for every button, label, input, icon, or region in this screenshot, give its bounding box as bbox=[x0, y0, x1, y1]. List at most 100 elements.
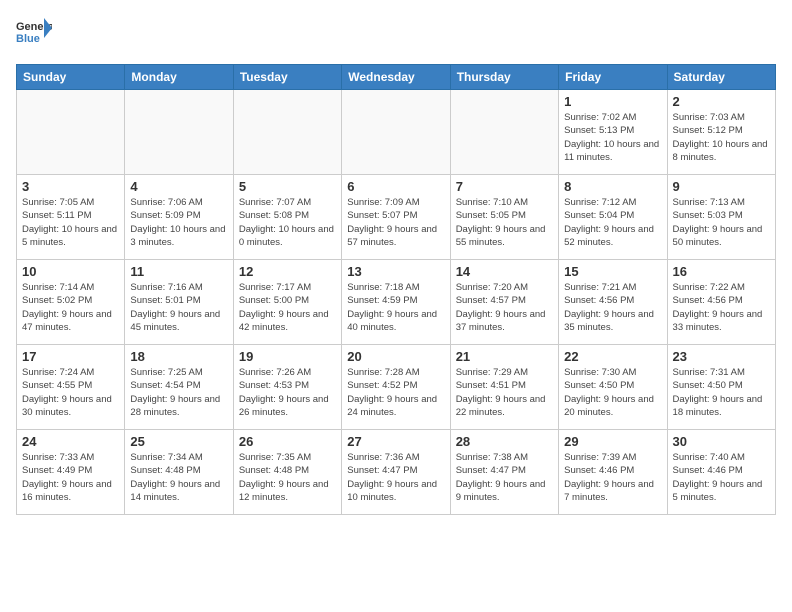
calendar-cell: 13 Sunrise: 7:18 AM Sunset: 4:59 PM Dayli… bbox=[342, 260, 450, 345]
calendar-cell: 8 Sunrise: 7:12 AM Sunset: 5:04 PM Daylig… bbox=[559, 175, 667, 260]
calendar-cell bbox=[450, 90, 558, 175]
day-number: 10 bbox=[22, 264, 119, 279]
day-info: Sunrise: 7:16 AM Sunset: 5:01 PM Dayligh… bbox=[130, 281, 227, 334]
calendar-cell: 21 Sunrise: 7:29 AM Sunset: 4:51 PM Dayli… bbox=[450, 345, 558, 430]
calendar-cell: 27Sunrise: 7:36 AM Sunset: 4:47 PM Dayli… bbox=[342, 430, 450, 515]
calendar-cell: 12 Sunrise: 7:17 AM Sunset: 5:00 PM Dayli… bbox=[233, 260, 341, 345]
calendar-cell: 26 Sunrise: 7:35 AM Sunset: 4:48 PM Dayli… bbox=[233, 430, 341, 515]
day-header-sunday: Sunday bbox=[17, 65, 125, 90]
day-info: Sunrise: 7:03 AM Sunset: 5:12 PM Dayligh… bbox=[673, 111, 770, 164]
week-row-3: 10 Sunrise: 7:14 AM Sunset: 5:02 PM Dayli… bbox=[17, 260, 776, 345]
calendar-cell: 5 Sunrise: 7:07 AM Sunset: 5:08 PM Daylig… bbox=[233, 175, 341, 260]
day-info: Sunrise: 7:14 AM Sunset: 5:02 PM Dayligh… bbox=[22, 281, 119, 334]
week-row-1: 1 Sunrise: 7:02 AM Sunset: 5:13 PM Daylig… bbox=[17, 90, 776, 175]
calendar-cell: 28 Sunrise: 7:38 AM Sunset: 4:47 PM Dayli… bbox=[450, 430, 558, 515]
day-info: Sunrise: 7:29 AM Sunset: 4:51 PM Dayligh… bbox=[456, 366, 553, 419]
calendar-cell: 24Sunrise: 7:33 AM Sunset: 4:49 PM Dayli… bbox=[17, 430, 125, 515]
day-number: 15 bbox=[564, 264, 661, 279]
day-info: Sunrise: 7:34 AM Sunset: 4:48 PM Dayligh… bbox=[130, 451, 227, 504]
calendar-table: SundayMondayTuesdayWednesdayThursdayFrid… bbox=[16, 64, 776, 515]
week-row-4: 17 Sunrise: 7:24 AM Sunset: 4:55 PM Dayli… bbox=[17, 345, 776, 430]
day-info: Sunrise: 7:25 AM Sunset: 4:54 PM Dayligh… bbox=[130, 366, 227, 419]
day-number: 8 bbox=[564, 179, 661, 194]
calendar-cell bbox=[342, 90, 450, 175]
calendar-cell: 19Sunrise: 7:26 AM Sunset: 4:53 PM Dayli… bbox=[233, 345, 341, 430]
day-info: Sunrise: 7:39 AM Sunset: 4:46 PM Dayligh… bbox=[564, 451, 661, 504]
day-header-wednesday: Wednesday bbox=[342, 65, 450, 90]
day-info: Sunrise: 7:10 AM Sunset: 5:05 PM Dayligh… bbox=[456, 196, 553, 249]
day-header-thursday: Thursday bbox=[450, 65, 558, 90]
day-number: 6 bbox=[347, 179, 444, 194]
day-number: 2 bbox=[673, 94, 770, 109]
day-info: Sunrise: 7:06 AM Sunset: 5:09 PM Dayligh… bbox=[130, 196, 227, 249]
day-number: 1 bbox=[564, 94, 661, 109]
day-number: 29 bbox=[564, 434, 661, 449]
day-number: 9 bbox=[673, 179, 770, 194]
calendar-cell: 6 Sunrise: 7:09 AM Sunset: 5:07 PM Daylig… bbox=[342, 175, 450, 260]
calendar-cell: 30 Sunrise: 7:40 AM Sunset: 4:46 PM Dayli… bbox=[667, 430, 775, 515]
day-number: 3 bbox=[22, 179, 119, 194]
day-number: 7 bbox=[456, 179, 553, 194]
calendar-cell: 3 Sunrise: 7:05 AM Sunset: 5:11 PM Daylig… bbox=[17, 175, 125, 260]
calendar-cell: 14Sunrise: 7:20 AM Sunset: 4:57 PM Dayli… bbox=[450, 260, 558, 345]
day-number: 21 bbox=[456, 349, 553, 364]
page-header: General Blue bbox=[16, 16, 776, 52]
calendar-cell: 29 Sunrise: 7:39 AM Sunset: 4:46 PM Dayli… bbox=[559, 430, 667, 515]
day-number: 28 bbox=[456, 434, 553, 449]
calendar-cell: 16 Sunrise: 7:22 AM Sunset: 4:56 PM Dayli… bbox=[667, 260, 775, 345]
day-info: Sunrise: 7:02 AM Sunset: 5:13 PM Dayligh… bbox=[564, 111, 661, 164]
calendar-cell: 7 Sunrise: 7:10 AM Sunset: 5:05 PM Daylig… bbox=[450, 175, 558, 260]
day-info: Sunrise: 7:12 AM Sunset: 5:04 PM Dayligh… bbox=[564, 196, 661, 249]
day-number: 30 bbox=[673, 434, 770, 449]
calendar-cell: 25Sunrise: 7:34 AM Sunset: 4:48 PM Dayli… bbox=[125, 430, 233, 515]
day-info: Sunrise: 7:28 AM Sunset: 4:52 PM Dayligh… bbox=[347, 366, 444, 419]
day-info: Sunrise: 7:17 AM Sunset: 5:00 PM Dayligh… bbox=[239, 281, 336, 334]
day-info: Sunrise: 7:22 AM Sunset: 4:56 PM Dayligh… bbox=[673, 281, 770, 334]
day-number: 20 bbox=[347, 349, 444, 364]
day-info: Sunrise: 7:21 AM Sunset: 4:56 PM Dayligh… bbox=[564, 281, 661, 334]
day-info: Sunrise: 7:38 AM Sunset: 4:47 PM Dayligh… bbox=[456, 451, 553, 504]
day-info: Sunrise: 7:20 AM Sunset: 4:57 PM Dayligh… bbox=[456, 281, 553, 334]
svg-text:Blue: Blue bbox=[16, 33, 40, 45]
day-info: Sunrise: 7:33 AM Sunset: 4:49 PM Dayligh… bbox=[22, 451, 119, 504]
day-number: 11 bbox=[130, 264, 227, 279]
day-header-tuesday: Tuesday bbox=[233, 65, 341, 90]
header-row: SundayMondayTuesdayWednesdayThursdayFrid… bbox=[17, 65, 776, 90]
calendar-cell bbox=[233, 90, 341, 175]
day-info: Sunrise: 7:05 AM Sunset: 5:11 PM Dayligh… bbox=[22, 196, 119, 249]
day-info: Sunrise: 7:13 AM Sunset: 5:03 PM Dayligh… bbox=[673, 196, 770, 249]
day-number: 4 bbox=[130, 179, 227, 194]
day-info: Sunrise: 7:18 AM Sunset: 4:59 PM Dayligh… bbox=[347, 281, 444, 334]
day-number: 23 bbox=[673, 349, 770, 364]
calendar-cell: 17 Sunrise: 7:24 AM Sunset: 4:55 PM Dayli… bbox=[17, 345, 125, 430]
day-number: 17 bbox=[22, 349, 119, 364]
day-number: 18 bbox=[130, 349, 227, 364]
day-info: Sunrise: 7:07 AM Sunset: 5:08 PM Dayligh… bbox=[239, 196, 336, 249]
calendar-cell: 4 Sunrise: 7:06 AM Sunset: 5:09 PM Daylig… bbox=[125, 175, 233, 260]
day-number: 16 bbox=[673, 264, 770, 279]
day-info: Sunrise: 7:40 AM Sunset: 4:46 PM Dayligh… bbox=[673, 451, 770, 504]
logo-icon: General Blue bbox=[16, 16, 52, 52]
calendar-cell: 2 Sunrise: 7:03 AM Sunset: 5:12 PM Daylig… bbox=[667, 90, 775, 175]
calendar-cell: 23Sunrise: 7:31 AM Sunset: 4:50 PM Dayli… bbox=[667, 345, 775, 430]
day-info: Sunrise: 7:35 AM Sunset: 4:48 PM Dayligh… bbox=[239, 451, 336, 504]
week-row-5: 24Sunrise: 7:33 AM Sunset: 4:49 PM Dayli… bbox=[17, 430, 776, 515]
day-header-friday: Friday bbox=[559, 65, 667, 90]
day-info: Sunrise: 7:24 AM Sunset: 4:55 PM Dayligh… bbox=[22, 366, 119, 419]
day-header-monday: Monday bbox=[125, 65, 233, 90]
calendar-cell: 20 Sunrise: 7:28 AM Sunset: 4:52 PM Dayli… bbox=[342, 345, 450, 430]
day-info: Sunrise: 7:36 AM Sunset: 4:47 PM Dayligh… bbox=[347, 451, 444, 504]
day-info: Sunrise: 7:09 AM Sunset: 5:07 PM Dayligh… bbox=[347, 196, 444, 249]
calendar-cell: 1 Sunrise: 7:02 AM Sunset: 5:13 PM Daylig… bbox=[559, 90, 667, 175]
day-number: 13 bbox=[347, 264, 444, 279]
calendar-cell bbox=[125, 90, 233, 175]
calendar-cell: 9 Sunrise: 7:13 AM Sunset: 5:03 PM Daylig… bbox=[667, 175, 775, 260]
day-number: 5 bbox=[239, 179, 336, 194]
day-number: 12 bbox=[239, 264, 336, 279]
day-header-saturday: Saturday bbox=[667, 65, 775, 90]
calendar-cell: 22Sunrise: 7:30 AM Sunset: 4:50 PM Dayli… bbox=[559, 345, 667, 430]
week-row-2: 3 Sunrise: 7:05 AM Sunset: 5:11 PM Daylig… bbox=[17, 175, 776, 260]
day-number: 26 bbox=[239, 434, 336, 449]
calendar-cell: 18 Sunrise: 7:25 AM Sunset: 4:54 PM Dayli… bbox=[125, 345, 233, 430]
day-info: Sunrise: 7:26 AM Sunset: 4:53 PM Dayligh… bbox=[239, 366, 336, 419]
